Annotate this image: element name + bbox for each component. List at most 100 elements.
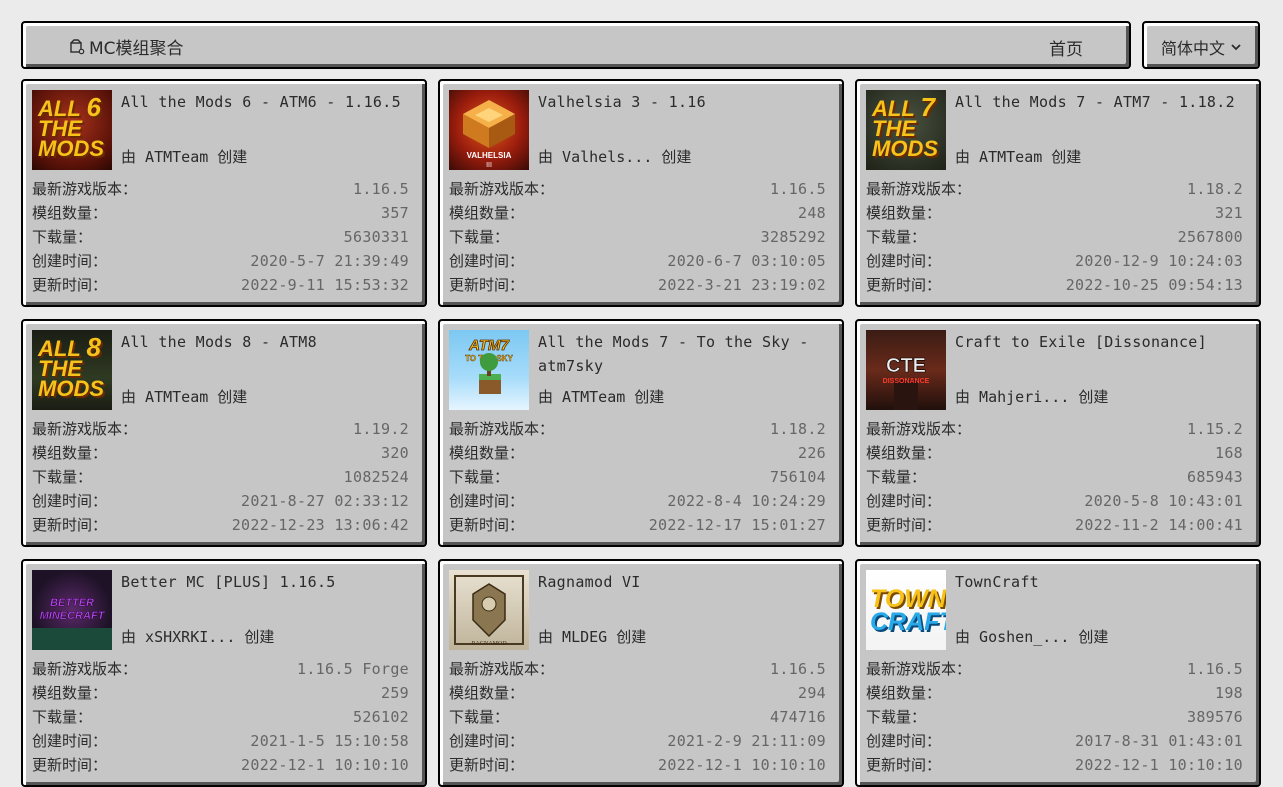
modpack-author: 由 xSHXRKI... 创建 (121, 625, 274, 649)
modpack-card[interactable]: VALHELSIA III Valhelsia 3 - 1.16 由 Valhels.… (438, 79, 844, 307)
modpack-card[interactable]: ALL 6 THE MODS All the Mods 6 - ATM6 - 1.16… (21, 79, 427, 307)
stat-label: 下载量： (449, 708, 510, 726)
author-name[interactable]: ATMTeam (145, 388, 208, 406)
stat-row-downloads: 下载量： 685943 (866, 465, 1243, 489)
stat-label: 更新时间： (32, 516, 108, 534)
stat-label: 模组数量： (449, 684, 525, 702)
modpack-title[interactable]: TownCraft (955, 570, 1249, 594)
language-selector[interactable]: 简体中文 (1142, 21, 1260, 69)
stat-row-mods: 模组数量： 226 (449, 441, 826, 465)
modpack-author: 由 ATMTeam 创建 (121, 385, 247, 409)
better-mc-logo: BETTERMINECRAFT (32, 597, 112, 650)
stat-row-version: 最新游戏版本： 1.18.2 (449, 417, 826, 441)
author-prefix: 由 (121, 628, 137, 646)
author-name[interactable]: ATMTeam (145, 148, 208, 166)
modpack-stats: 最新游戏版本： 1.16.5 模组数量： 248 下载量： 3285292 创建时间： 202… (449, 177, 826, 297)
stat-row-mods: 模组数量： 259 (32, 681, 409, 705)
stat-value: 474716 (770, 708, 826, 726)
stat-row-mods: 模组数量： 198 (866, 681, 1243, 705)
stat-row-mods: 模组数量： 321 (866, 201, 1243, 225)
stat-label: 更新时间： (866, 276, 942, 294)
author-prefix: 由 (121, 388, 137, 406)
stat-value: 2567800 (1177, 228, 1243, 246)
stat-row-version: 最新游戏版本： 1.19.2 (32, 417, 409, 441)
svg-text:ATM7: ATM7 (468, 337, 509, 354)
stat-value: 2020-6-7 03:10:05 (667, 252, 826, 270)
author-name[interactable]: ATMTeam (979, 148, 1042, 166)
stat-label: 创建时间： (866, 732, 942, 750)
modpack-card[interactable]: TOWNCRAFT TownCraft 由 Goshen_... 创建最新游戏版本：… (855, 559, 1261, 787)
stat-value: 756104 (770, 468, 826, 486)
stat-row-updated: 更新时间： 2022-12-1 10:10:10 (449, 753, 826, 777)
home-link[interactable]: 首页 (1049, 35, 1083, 60)
stat-value: 357 (381, 204, 409, 222)
author-prefix: 由 (538, 388, 554, 406)
stat-row-version: 最新游戏版本： 1.16.5 (449, 657, 826, 681)
author-prefix: 由 (955, 628, 971, 646)
modpack-title[interactable]: Valhelsia 3 - 1.16 (538, 90, 832, 114)
modpack-title[interactable]: All the Mods 7 - To the Sky - atm7sky (538, 330, 832, 378)
language-label: 简体中文 (1161, 39, 1226, 58)
modpack-card[interactable]: ALL 7 THE MODS All the Mods 7 - ATM7 - 1.18… (855, 79, 1261, 307)
stat-row-updated: 更新时间： 2022-3-21 23:19:02 (449, 273, 826, 297)
author-prefix: 由 (538, 148, 554, 166)
stat-label: 下载量： (866, 468, 927, 486)
modpack-author: 由 Goshen_... 创建 (955, 625, 1108, 649)
modpack-card[interactable]: ATM7TO THE SKY All the Mods 7 - To the Sk… (438, 319, 844, 547)
modpack-title[interactable]: Craft to Exile [Dissonance] (955, 330, 1249, 354)
atm-logo: ALL 7 THE MODS (872, 92, 938, 162)
modpack-title[interactable]: Ragnamod VI (538, 570, 832, 594)
modpack-thumbnail: ALL 8 THE MODS (32, 330, 112, 410)
stat-value: 2022-12-17 15:01:27 (648, 516, 826, 534)
stat-value: 2022-8-4 10:24:29 (667, 492, 826, 510)
stat-value: 1.18.2 (770, 420, 826, 438)
author-suffix: 创建 (616, 628, 647, 646)
stat-value: 389576 (1187, 708, 1243, 726)
stat-value: 2020-12-9 10:24:03 (1075, 252, 1243, 270)
stat-row-mods: 模组数量： 248 (449, 201, 826, 225)
stat-label: 最新游戏版本： (449, 660, 555, 678)
stat-label: 创建时间： (449, 252, 525, 270)
modpack-title[interactable]: Better MC [PLUS] 1.16.5 (121, 570, 415, 594)
brand-title: MC模组聚合 (89, 39, 184, 59)
svg-text:CTE: CTE (886, 355, 926, 377)
modpack-author: 由 ATMTeam 创建 (121, 145, 247, 169)
modpack-card[interactable]: BETTER MINECRAFT Better MC [PLUS] 1.16.5 由 … (21, 559, 427, 787)
stat-row-created: 创建时间： 2020-6-7 03:10:05 (449, 249, 826, 273)
author-name[interactable]: Valhels... (562, 148, 652, 166)
stat-label: 下载量： (32, 708, 93, 726)
stat-value: 1082524 (343, 468, 409, 486)
author-name[interactable]: MLDEG (562, 628, 607, 646)
stat-value: 2022-12-1 10:10:10 (658, 756, 826, 774)
stat-label: 模组数量： (32, 444, 108, 462)
stat-row-downloads: 下载量： 389576 (866, 705, 1243, 729)
author-prefix: 由 (121, 148, 137, 166)
stat-label: 模组数量： (449, 204, 525, 222)
modpack-card[interactable]: RAGNAMOD Ragnamod VI 由 MLDEG 创建 最新游戏版本： 1.16… (438, 559, 844, 787)
modpack-title[interactable]: All the Mods 7 - ATM7 - 1.18.2 (955, 90, 1249, 114)
stat-label: 模组数量： (32, 204, 108, 222)
modpack-stats: 最新游戏版本： 1.18.2 模组数量： 226 下载量： 756104 创建时间： 2022… (449, 417, 826, 537)
stat-row-mods: 模组数量： 320 (32, 441, 409, 465)
stat-label: 更新时间： (449, 756, 525, 774)
towncraft-logo: TOWNCRAFT (870, 585, 946, 636)
modpack-card[interactable]: ALL 8 THE MODS All the Mods 8 - ATM8 由 ATMTe… (21, 319, 427, 547)
modpack-stats: 最新游戏版本： 1.16.5 模组数量： 357 下载量： 5630331 创建时间： 202… (32, 177, 409, 297)
author-name[interactable]: xSHXRKI... (145, 628, 235, 646)
author-name[interactable]: Goshen_... (979, 628, 1069, 646)
stat-value: 2022-12-1 10:10:10 (1075, 756, 1243, 774)
modpack-card[interactable]: CTE DISSONANCE Craft to Exile [Dissonance]… (855, 319, 1261, 547)
author-name[interactable]: Mahjeri... (979, 388, 1069, 406)
modpack-title[interactable]: All the Mods 6 - ATM6 - 1.16.5 (121, 90, 415, 114)
stat-label: 最新游戏版本： (866, 180, 972, 198)
author-name[interactable]: ATMTeam (562, 388, 625, 406)
stat-value: 1.16.5 Forge (297, 660, 409, 678)
brand-link[interactable]: MC模组聚合 (69, 34, 184, 59)
stat-value: 1.15.2 (1187, 420, 1243, 438)
stat-value: 226 (798, 444, 826, 462)
cube-logo: VALHELSIA III (463, 100, 515, 169)
stat-row-updated: 更新时间： 2022-12-17 15:01:27 (449, 513, 826, 537)
svg-text:MINECRAFT: MINECRAFT (40, 610, 106, 622)
modpack-title[interactable]: All the Mods 8 - ATM8 (121, 330, 415, 354)
stat-value: 2022-12-23 13:06:42 (231, 516, 409, 534)
